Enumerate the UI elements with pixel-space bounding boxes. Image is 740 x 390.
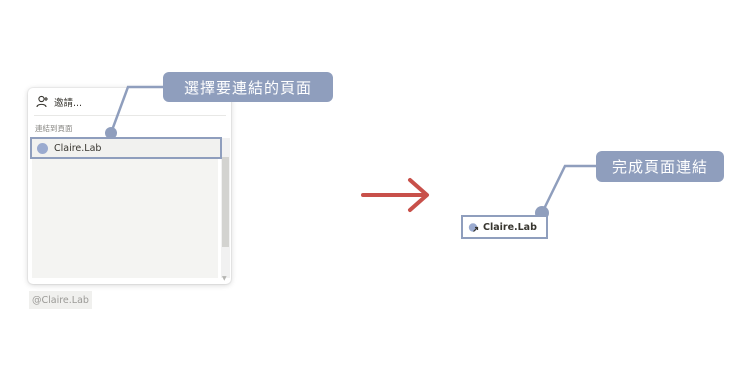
callout-select-page: 選擇要連結的頁面	[163, 72, 333, 102]
linked-page-label: Claire.Lab	[483, 221, 537, 233]
callout-dot-1	[105, 127, 117, 139]
right-arrow-icon	[361, 178, 429, 212]
callout-connector-2	[540, 164, 596, 214]
linked-page-icon	[468, 218, 479, 237]
callout-done: 完成頁面連結	[596, 151, 724, 182]
callout-connector-1	[109, 85, 163, 134]
annotation-overlay	[105, 85, 596, 220]
linked-page-chip[interactable]: Claire.Lab	[461, 215, 548, 239]
